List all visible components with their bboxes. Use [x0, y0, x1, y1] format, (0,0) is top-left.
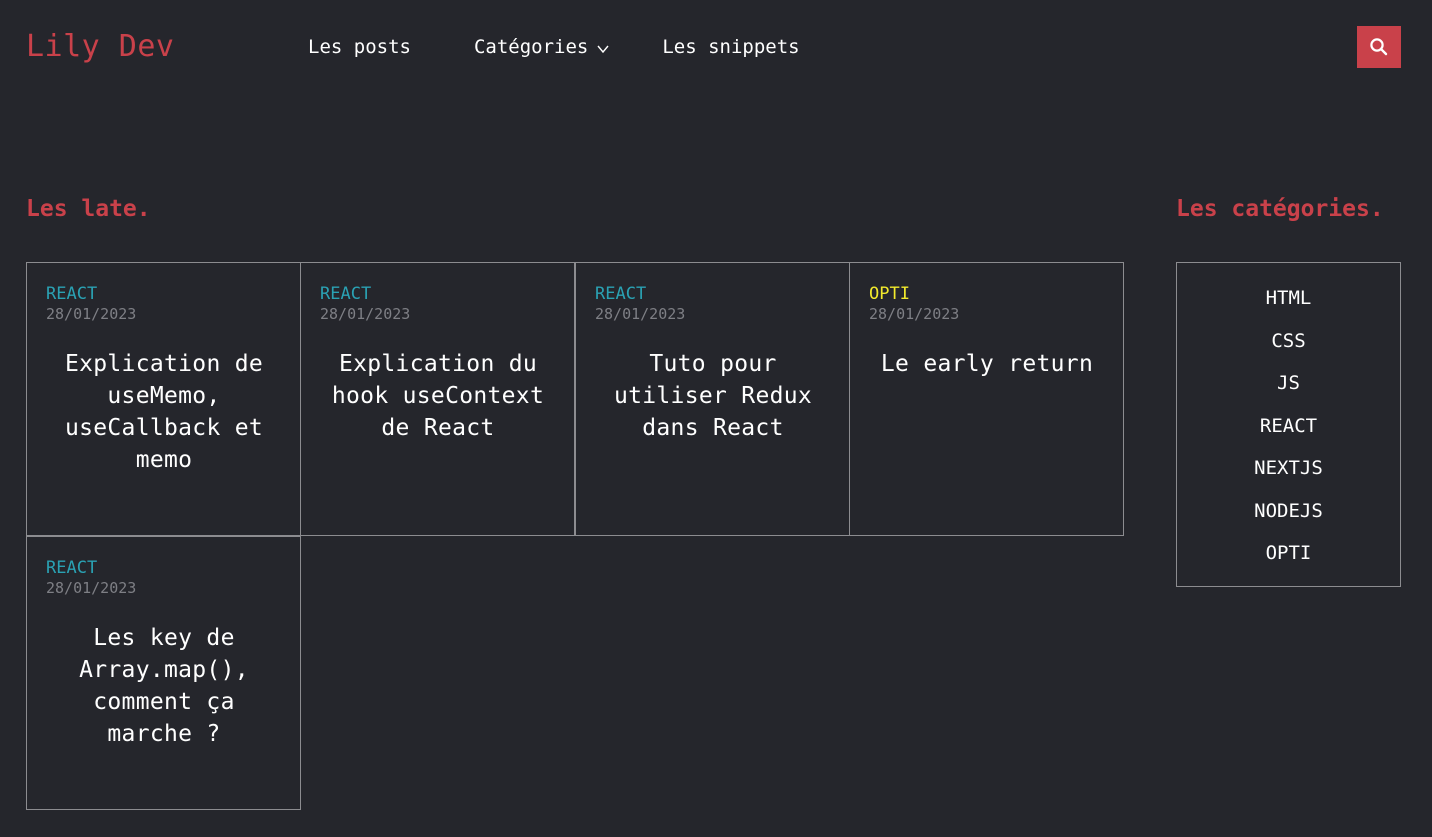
categories-heading: Les catégories. [1176, 196, 1384, 222]
post-category: REACT [46, 558, 98, 578]
main-nav: Les posts Catégories Les snippets [308, 36, 800, 58]
category-link-nodejs[interactable]: NODEJS [1177, 499, 1400, 523]
post-title: Explication de useMemo, useCallback et m… [64, 351, 264, 473]
post-category: REACT [320, 284, 372, 304]
post-card[interactable]: REACT 28/01/2023 Explication du hook use… [300, 262, 575, 536]
nav-categories-dropdown[interactable]: Catégories [474, 36, 610, 58]
post-card[interactable]: REACT 28/01/2023 Les key de Array.map(),… [26, 536, 301, 810]
category-link-html[interactable]: HTML [1177, 286, 1400, 310]
nav-posts-link[interactable]: Les posts [308, 36, 411, 58]
post-card[interactable]: REACT 28/01/2023 Tuto pour utiliser Redu… [575, 262, 850, 536]
chevron-down-icon [597, 45, 609, 53]
post-date: 28/01/2023 [320, 305, 411, 323]
search-button[interactable] [1357, 26, 1401, 68]
post-date: 28/01/2023 [595, 305, 686, 323]
post-date: 28/01/2023 [869, 305, 960, 323]
nav-snippets-link[interactable]: Les snippets [662, 36, 799, 58]
search-icon [1370, 38, 1388, 56]
category-link-nextjs[interactable]: NEXTJS [1177, 456, 1400, 480]
post-category: REACT [595, 284, 647, 304]
post-title: Explication du hook useContext de React [331, 351, 545, 441]
site-logo[interactable]: Lily Dev [26, 29, 175, 65]
category-link-opti[interactable]: OPTI [1177, 541, 1400, 565]
post-category: OPTI [869, 284, 910, 304]
categories-list: HTML CSS JS REACT NEXTJS NODEJS OPTI [1176, 262, 1401, 587]
post-date: 28/01/2023 [46, 579, 137, 597]
latest-posts-heading: Les late. [26, 196, 151, 222]
post-title: Tuto pour utiliser Redux dans React [613, 351, 813, 441]
category-link-js[interactable]: JS [1177, 371, 1400, 395]
post-card[interactable]: OPTI 28/01/2023 Le early return [849, 262, 1124, 536]
post-date: 28/01/2023 [46, 305, 137, 323]
post-title: Les key de Array.map(), comment ça march… [79, 625, 249, 747]
category-link-css[interactable]: CSS [1177, 329, 1400, 353]
post-card[interactable]: REACT 28/01/2023 Explication de useMemo,… [26, 262, 301, 536]
post-title: Le early return [880, 351, 1094, 377]
nav-categories-label: Catégories [473, 36, 589, 58]
post-category: REACT [46, 284, 98, 304]
category-link-react[interactable]: REACT [1177, 414, 1400, 438]
